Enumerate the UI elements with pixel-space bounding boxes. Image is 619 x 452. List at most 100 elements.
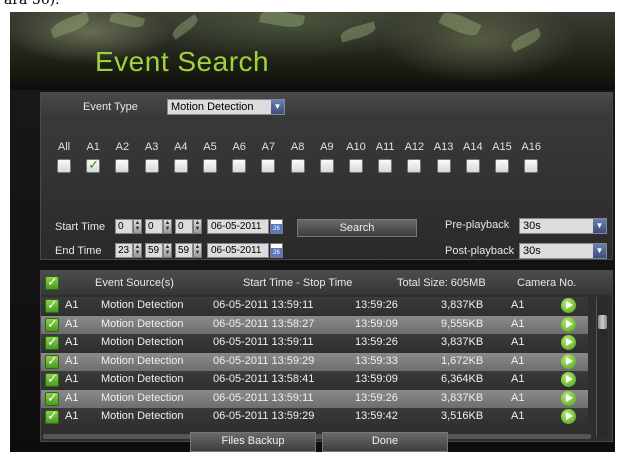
end-second-spinner[interactable]: ▲ ▼ (193, 243, 202, 258)
end-minute-field[interactable]: 59 (145, 243, 163, 258)
end-hour-field[interactable]: 23 (115, 243, 133, 258)
camera-checkbox[interactable] (290, 159, 305, 173)
camera-checkbox[interactable] (319, 159, 334, 173)
row-event-source: Motion Detection (101, 410, 184, 422)
row-start-time: 06-05-2011 13:59:29 (213, 410, 315, 422)
row-camera-no: A1 (511, 336, 525, 348)
camera-checkbox[interactable] (86, 157, 101, 173)
event-type-select[interactable]: Motion Detection ▼ (167, 99, 285, 115)
row-checkbox[interactable] (45, 297, 59, 313)
vertical-scrollbar[interactable] (596, 297, 608, 437)
calendar-icon[interactable]: 26 (270, 219, 283, 234)
row-event-source: Motion Detection (101, 354, 184, 367)
search-filter-panel: Event Type Motion Detection ▼ All A1 A2 A3 A… (40, 92, 613, 260)
start-hour-field[interactable]: 0 (115, 219, 133, 234)
end-time-label: End Time (55, 245, 102, 257)
row-checkbox[interactable] (45, 334, 59, 350)
column-header-source: Event Source(s) (95, 277, 174, 289)
camera-label: A12 (404, 141, 425, 153)
pre-playback-select[interactable]: 30s ▼ (519, 218, 607, 234)
page-title: Event Search (95, 46, 270, 77)
camera-checkbox[interactable] (436, 159, 451, 173)
play-icon[interactable] (561, 335, 576, 350)
camera-label: A10 (346, 141, 366, 153)
start-second-spinner[interactable]: ▲ ▼ (193, 219, 202, 234)
camera-checkbox[interactable] (524, 159, 539, 173)
table-row[interactable]: A1 Motion Detection 06-05-2011 13:59:29 13:… (41, 408, 588, 426)
leaf-decoration (259, 12, 305, 30)
column-header-camera: Camera No. (517, 277, 577, 289)
camera-checkbox[interactable] (495, 159, 509, 173)
leaf-decoration (169, 14, 201, 40)
search-button[interactable]: Search (297, 219, 417, 237)
play-icon[interactable] (561, 353, 576, 369)
end-second-field[interactable]: 59 (175, 243, 193, 258)
camera-label: A3 (144, 141, 159, 153)
camera-label: A13 (433, 141, 454, 153)
play-icon[interactable] (561, 316, 576, 332)
start-minute-spinner[interactable]: ▲ ▼ (163, 219, 172, 234)
camera-label: A4 (174, 141, 188, 153)
play-icon[interactable] (561, 372, 576, 387)
camera-checkbox[interactable] (115, 159, 130, 173)
post-playback-select[interactable]: 30s ▼ (519, 243, 607, 259)
camera-checkbox[interactable] (57, 159, 71, 173)
files-backup-button[interactable]: Files Backup (190, 432, 316, 452)
camera-label: A9 (320, 141, 334, 153)
table-row[interactable]: A1 Motion Detection 06-05-2011 13:58:41 13:… (41, 371, 588, 389)
start-hour-spinner[interactable]: ▲ ▼ (133, 219, 142, 234)
camera-checkbox[interactable] (261, 159, 276, 173)
row-start-time: 06-05-2011 13:59:11 (213, 336, 314, 348)
table-row[interactable]: A1 Motion Detection 06-05-2011 13:59:29 13:… (41, 352, 588, 371)
end-date-field[interactable]: 06-05-2011 (207, 243, 269, 258)
play-icon[interactable] (561, 409, 576, 424)
row-stop-time: 13:59:26 (355, 336, 398, 348)
camera-label: A5 (203, 141, 217, 153)
end-hour-spinner[interactable]: ▲ ▼ (133, 243, 142, 258)
row-stop-time: 13:59:33 (355, 354, 398, 367)
camera-checkbox[interactable] (203, 159, 217, 173)
calendar-icon[interactable]: 26 (270, 243, 283, 258)
table-row[interactable]: A1 Motion Detection 06-05-2011 13:59:11 13:… (41, 297, 588, 315)
row-camera-no: A1 (511, 299, 525, 311)
table-row[interactable]: A1 Motion Detection 06-05-2011 13:59:11 13:… (41, 389, 588, 408)
row-event-source: Motion Detection (101, 317, 184, 330)
scrollbar-thumb[interactable] (598, 315, 607, 329)
table-row[interactable]: A1 Motion Detection 06-05-2011 13:58:27 13:… (41, 315, 588, 334)
column-header-size: Total Size: 605MB (397, 277, 486, 289)
leaf-decoration (339, 21, 377, 43)
row-channel: A1 (65, 410, 79, 422)
camera-checkbox[interactable] (465, 159, 480, 173)
row-checkbox[interactable] (45, 353, 59, 369)
row-channel: A1 (65, 373, 79, 385)
start-date-field[interactable]: 06-05-2011 (207, 219, 269, 234)
end-minute-spinner[interactable]: ▲ ▼ (163, 243, 172, 258)
event-type-label: Event Type (83, 101, 138, 113)
post-playback-label: Post-playback (445, 245, 515, 257)
play-icon[interactable] (561, 390, 576, 406)
camera-checkbox[interactable] (407, 159, 422, 173)
row-event-source: Motion Detection (101, 391, 184, 404)
start-minute-field[interactable]: 0 (145, 219, 163, 234)
play-icon[interactable] (561, 298, 576, 313)
select-all-checkbox[interactable] (45, 274, 59, 290)
row-checkbox[interactable] (45, 408, 59, 424)
row-start-time: 06-05-2011 13:59:11 (213, 299, 314, 311)
camera-checkbox[interactable] (349, 159, 363, 173)
horizontal-scrollbar[interactable] (43, 434, 591, 439)
row-checkbox[interactable] (45, 316, 59, 332)
chevron-down-icon: ▼ (271, 100, 284, 114)
camera-checkbox[interactable] (232, 159, 247, 173)
row-stop-time: 13:59:26 (355, 299, 398, 311)
row-checkbox[interactable] (45, 390, 59, 406)
table-row[interactable]: A1 Motion Detection 06-05-2011 13:59:11 13:… (41, 334, 588, 352)
camera-checkbox[interactable] (378, 159, 393, 173)
row-camera-no: A1 (511, 391, 525, 404)
done-button[interactable]: Done (322, 432, 448, 452)
camera-checkbox[interactable] (144, 159, 159, 173)
row-checkbox[interactable] (45, 371, 59, 387)
camera-checkbox[interactable] (173, 159, 188, 173)
column-header-time: Start Time - Stop Time (243, 277, 353, 289)
start-second-field[interactable]: 0 (175, 219, 193, 234)
camera-label: A2 (115, 141, 130, 153)
